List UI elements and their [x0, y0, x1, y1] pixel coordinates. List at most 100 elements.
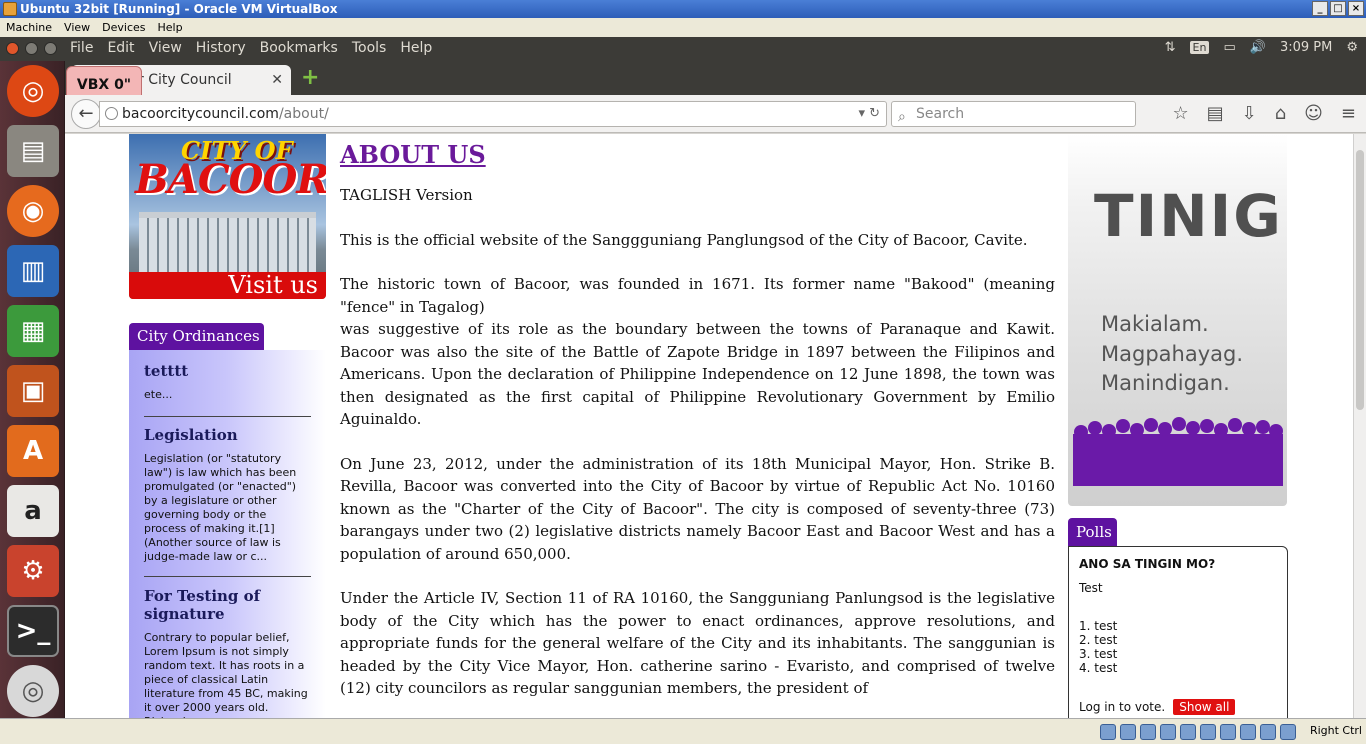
terminal-icon[interactable]: >_: [7, 605, 59, 657]
maximize-button[interactable]: □: [1330, 1, 1346, 16]
hamburger-menu-icon[interactable]: ≡: [1341, 103, 1356, 124]
show-all-button[interactable]: Show all: [1173, 699, 1236, 715]
minimize-window-button[interactable]: [25, 42, 38, 55]
vbox-window-title: Ubuntu 32bit [Running] - Oracle VM Virtu…: [20, 2, 338, 16]
mouse-integration-icon[interactable]: [1260, 724, 1276, 740]
clock[interactable]: 3:09 PM: [1280, 40, 1332, 55]
optical-drive-icon[interactable]: [1120, 724, 1136, 740]
close-window-button[interactable]: [6, 42, 19, 55]
poll-footer: Log in to vote. Show all: [1079, 699, 1277, 715]
vbox-menu-machine[interactable]: Machine: [0, 18, 58, 37]
usb-icon[interactable]: [1140, 724, 1156, 740]
window-controls: _ □ ×: [1312, 1, 1364, 16]
reload-icon[interactable]: ▾ ↻: [858, 102, 880, 126]
url-bar[interactable]: bacoorcitycouncil.com/about/ ▾ ↻: [99, 101, 887, 127]
files-icon[interactable]: ▤: [7, 125, 59, 177]
writer-icon[interactable]: ▥: [7, 245, 59, 297]
settings-gear-icon[interactable]: ⚙: [1346, 40, 1358, 55]
ordinance-item: For Testing of signature Contrary to pop…: [144, 587, 311, 718]
url-path: /about/: [278, 106, 329, 122]
bookmark-star-icon[interactable]: ☆: [1172, 103, 1188, 124]
paragraph: This is the official website of the Sang…: [340, 230, 1028, 249]
search-icon: ⌕: [898, 109, 906, 125]
poll-description: Test: [1079, 581, 1103, 595]
downloads-icon[interactable]: ⇩: [1242, 103, 1257, 124]
menu-history[interactable]: History: [196, 40, 246, 56]
ordinance-item: Legislation Legislation (or "statutory l…: [144, 426, 311, 564]
poll-option: 2. test: [1079, 633, 1118, 647]
url-host: bacoorcitycouncil.com: [122, 106, 279, 122]
ordinance-item: tetttt ete...: [144, 362, 311, 402]
poll-option: 1. test: [1079, 619, 1118, 633]
chat-icon[interactable]: ☺: [1304, 103, 1323, 124]
home-icon[interactable]: ⌂: [1275, 103, 1286, 124]
menu-help[interactable]: Help: [400, 40, 432, 56]
menu-bookmarks[interactable]: Bookmarks: [260, 40, 338, 56]
maximize-window-button[interactable]: [44, 42, 57, 55]
paragraph: The historic town of Bacoor, was founded…: [340, 275, 1055, 316]
vbox-status-bar: Right Ctrl: [0, 718, 1366, 744]
reading-list-icon[interactable]: ▤: [1207, 103, 1224, 124]
tab-close-icon[interactable]: ✕: [271, 65, 283, 95]
page-title[interactable]: ABOUT US: [340, 140, 1055, 170]
network-icon[interactable]: ⇅: [1165, 40, 1176, 55]
menu-file[interactable]: File: [70, 40, 93, 56]
keyboard-layout-indicator[interactable]: En: [1189, 41, 1210, 54]
back-arrow-icon[interactable]: ←: [71, 99, 101, 129]
logo-line2: BACOOR: [135, 156, 326, 203]
right-sidebar: TINIG Makialam. Magpahayag. Manindigan. …: [1068, 134, 1290, 718]
city-ordinances-panel: tetttt ete... Legislation Legislation (o…: [129, 350, 326, 718]
firefox-icon[interactable]: ◉: [7, 185, 59, 237]
ordinance-title[interactable]: Legislation: [144, 426, 311, 444]
menu-edit[interactable]: Edit: [107, 40, 134, 56]
dvd-icon[interactable]: ◎: [7, 665, 59, 717]
crowd-silhouette-image: [1073, 417, 1283, 486]
paragraph: was suggestive of its role as the bounda…: [340, 320, 1055, 428]
network-adapter-icon[interactable]: [1160, 724, 1176, 740]
system-tray: ⇅ En ▭ 🔊 3:09 PM ⚙: [1165, 40, 1358, 55]
firefox-menubar: File Edit View History Bookmarks Tools H…: [70, 40, 432, 56]
vbox-menu-help[interactable]: Help: [152, 18, 189, 37]
display-icon[interactable]: [1200, 724, 1216, 740]
city-of-bacoor-logo[interactable]: CITY OF BACOOR Visit us: [129, 134, 326, 299]
site-identity-icon[interactable]: [105, 107, 118, 120]
ubuntu-dash-icon[interactable]: ◎: [7, 65, 59, 117]
divider: [144, 576, 311, 577]
banner-title: TINIG: [1094, 182, 1283, 250]
search-input[interactable]: ⌕ Search: [891, 101, 1136, 127]
tab-bar: Bacoor City Council ✕ +: [65, 61, 1366, 95]
vbox-menu-view[interactable]: View: [58, 18, 96, 37]
ordinance-title[interactable]: For Testing of signature: [144, 587, 311, 623]
scrollbar-thumb[interactable]: [1356, 150, 1364, 410]
menu-view[interactable]: View: [149, 40, 182, 56]
visit-us-link[interactable]: Visit us: [129, 272, 326, 299]
close-button[interactable]: ×: [1348, 1, 1364, 16]
ordinance-title[interactable]: tetttt: [144, 362, 311, 380]
system-settings-icon[interactable]: ⚙: [7, 545, 59, 597]
unity-launcher: ◎ ▤ ◉ ▥ ▦ ▣ A a ⚙ >_ ◎: [0, 61, 65, 718]
impress-icon[interactable]: ▣: [7, 365, 59, 417]
battery-icon[interactable]: ▭: [1223, 40, 1235, 55]
login-to-vote-link[interactable]: Log in to vote.: [1079, 700, 1165, 714]
software-center-icon[interactable]: A: [7, 425, 59, 477]
city-ordinances-tab[interactable]: City Ordinances: [129, 323, 264, 350]
vbox-menu-devices[interactable]: Devices: [96, 18, 151, 37]
recording-icon[interactable]: [1220, 724, 1236, 740]
page-scrollbar[interactable]: [1353, 134, 1366, 718]
hard-disk-icon[interactable]: [1100, 724, 1116, 740]
divider: [144, 416, 311, 417]
volume-icon[interactable]: 🔊: [1250, 40, 1266, 55]
amazon-icon[interactable]: a: [7, 485, 59, 537]
banner-line: Makialam.: [1101, 312, 1209, 336]
poll-question: ANO SA TINGIN MO?: [1079, 557, 1216, 571]
keyboard-capture-icon[interactable]: [1280, 724, 1296, 740]
vbox-menubar: Machine View Devices Help: [0, 18, 1366, 37]
new-tab-plus-icon[interactable]: +: [301, 67, 319, 89]
shared-folders-icon[interactable]: [1180, 724, 1196, 740]
menu-tools[interactable]: Tools: [352, 40, 387, 56]
minimize-button[interactable]: _: [1312, 1, 1328, 16]
polls-tab[interactable]: Polls: [1068, 518, 1117, 546]
tinig-banner[interactable]: TINIG Makialam. Magpahayag. Manindigan.: [1068, 134, 1287, 506]
cpu-icon[interactable]: [1240, 724, 1256, 740]
calc-icon[interactable]: ▦: [7, 305, 59, 357]
